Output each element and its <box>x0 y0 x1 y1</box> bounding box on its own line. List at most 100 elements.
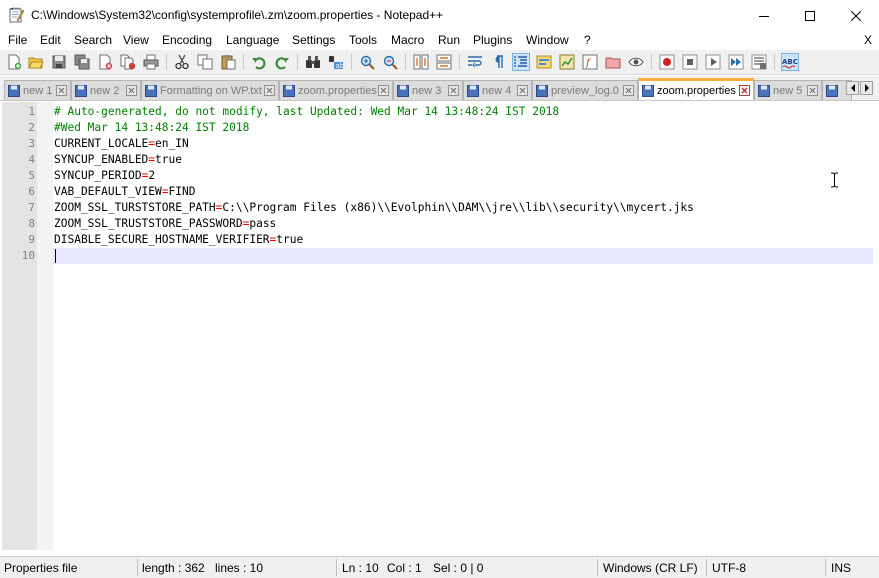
menu-language[interactable]: Language <box>226 33 279 47</box>
menu-search[interactable]: Search <box>74 33 112 47</box>
saved-file-icon <box>283 84 295 97</box>
tab-close-icon[interactable] <box>126 85 137 96</box>
copy-button[interactable] <box>196 53 214 71</box>
save-all-button[interactable] <box>73 53 91 71</box>
editor[interactable]: 1 2 3 4 5 6 7 8 9 10 # Auto-generated, d… <box>0 102 879 550</box>
tab-label: new 1 <box>23 84 53 97</box>
zoom-out-button[interactable] <box>381 53 399 71</box>
tab-close-icon[interactable] <box>264 85 275 96</box>
status-separator <box>137 559 138 576</box>
open-file-button[interactable] <box>27 53 45 71</box>
code-line[interactable]: CURRENT_LOCALE=en_IN <box>54 136 189 152</box>
monitoring-button[interactable] <box>627 53 645 71</box>
tab-preview-log[interactable]: preview_log.0 <box>532 80 638 100</box>
new-file-button[interactable] <box>5 53 23 71</box>
tab-formatting-on-wp[interactable]: Formatting on WP.txt <box>141 80 279 100</box>
close-all-button[interactable] <box>119 53 137 71</box>
find-button[interactable] <box>304 53 322 71</box>
print-button[interactable] <box>142 53 160 71</box>
status-insert-mode[interactable]: INS <box>831 561 851 575</box>
user-defined-language-button[interactable] <box>535 53 553 71</box>
title-bar[interactable]: C:\Windows\System32\config\systemprofile… <box>0 0 879 31</box>
close-window-button[interactable] <box>833 0 879 31</box>
doc-map-button[interactable] <box>558 53 576 71</box>
tab-new-2[interactable]: new 2 <box>71 80 141 100</box>
toolbar: ab f ABC <box>0 50 879 75</box>
save-macro-button[interactable] <box>750 53 768 71</box>
toolbar-separator <box>351 54 352 70</box>
current-line-highlight <box>53 248 873 264</box>
code-line[interactable]: ZOOM_SSL_TURSTSTORE_PATH=C:\\Program Fil… <box>54 200 694 216</box>
pilcrow-icon <box>495 55 503 68</box>
code-line-comment[interactable]: # Auto-generated, do not modify, last Up… <box>54 104 559 120</box>
sync-horizontal-button[interactable] <box>435 53 453 71</box>
code-line-comment[interactable]: #Wed Mar 14 13:48:24 IST 2018 <box>54 120 249 136</box>
tab-close-icon[interactable] <box>517 85 528 96</box>
menu-macro[interactable]: Macro <box>391 33 424 47</box>
save-button[interactable] <box>50 53 68 71</box>
menu-help[interactable]: ? <box>584 33 591 47</box>
sync-vertical-button[interactable] <box>412 53 430 71</box>
property-key: SYNCUP_ENABLED <box>54 153 149 166</box>
code-line[interactable]: DISABLE_SECURE_HOSTNAME_VERIFIER=true <box>54 232 303 248</box>
menu-file[interactable]: File <box>8 33 27 47</box>
record-macro-button[interactable] <box>658 53 676 71</box>
property-key: CURRENT_LOCALE <box>54 137 149 150</box>
redo-button[interactable] <box>273 53 291 71</box>
minimize-button[interactable] <box>741 0 787 31</box>
show-all-chars-button[interactable] <box>489 53 507 71</box>
stop-record-button[interactable] <box>681 53 699 71</box>
code-line[interactable]: VAB_DEFAULT_VIEW=FIND <box>54 184 195 200</box>
indent-guide-button[interactable] <box>512 53 530 71</box>
tab-scroll-left-button[interactable] <box>846 81 859 95</box>
folder-open-icon <box>28 57 44 69</box>
menu-encoding[interactable]: Encoding <box>162 33 212 47</box>
menu-view[interactable]: View <box>123 33 149 47</box>
spell-check-button[interactable]: ABC <box>781 53 799 71</box>
fold-margin[interactable] <box>37 102 53 550</box>
menu-run[interactable]: Run <box>438 33 460 47</box>
function-list-button[interactable]: f <box>581 53 599 71</box>
tab-close-icon[interactable] <box>378 85 389 96</box>
tab-close-icon[interactable] <box>448 85 459 96</box>
stop-icon <box>682 54 698 70</box>
folder-as-workspace-button[interactable] <box>604 53 622 71</box>
status-encoding[interactable]: UTF-8 <box>712 561 746 575</box>
undo-button[interactable] <box>250 53 268 71</box>
status-file-type: Properties file <box>4 561 78 575</box>
spell-check-icon: ABC <box>782 58 798 69</box>
play-macro-button[interactable] <box>704 53 722 71</box>
zoom-in-button[interactable] <box>358 53 376 71</box>
menu-settings[interactable]: Settings <box>292 33 335 47</box>
menu-bar: File Edit Search View Encoding Language … <box>0 31 879 50</box>
tab-scroll-right-button[interactable] <box>860 81 873 95</box>
run-macro-multiple-button[interactable] <box>727 53 745 71</box>
code-line[interactable]: SYNCUP_PERIOD=2 <box>54 168 155 184</box>
replace-button[interactable]: ab <box>327 53 345 71</box>
status-eol[interactable]: Windows (CR LF) <box>603 561 698 575</box>
tab-close-icon[interactable] <box>56 85 67 96</box>
tab-new-1[interactable]: new 1 <box>4 80 71 100</box>
tab-zoom-properties-1[interactable]: zoom.properties <box>279 80 393 100</box>
code-line[interactable]: SYNCUP_ENABLED=true <box>54 152 182 168</box>
paste-button[interactable] <box>219 53 237 71</box>
close-document-button[interactable]: X <box>864 33 872 47</box>
tab-new-3[interactable]: new 3 <box>393 80 463 100</box>
tab-new-5[interactable]: new 5 <box>754 80 822 100</box>
menu-edit[interactable]: Edit <box>40 33 61 47</box>
eye-icon <box>628 57 644 67</box>
word-wrap-button[interactable] <box>466 53 484 71</box>
scissors-icon <box>175 54 189 70</box>
menu-window[interactable]: Window <box>526 33 569 47</box>
tab-close-icon[interactable] <box>739 85 750 96</box>
tab-new-4[interactable]: new 4 <box>463 80 532 100</box>
close-button[interactable] <box>96 53 114 71</box>
maximize-button[interactable] <box>787 0 833 31</box>
tab-close-icon[interactable] <box>623 85 634 96</box>
menu-tools[interactable]: Tools <box>349 33 377 47</box>
tab-close-icon[interactable] <box>807 85 818 96</box>
code-line[interactable]: ZOOM_SSL_TRUSTSTORE_PASSWORD=pass <box>54 216 276 232</box>
menu-plugins[interactable]: Plugins <box>473 33 512 47</box>
cut-button[interactable] <box>173 53 191 71</box>
tab-zoom-properties-active[interactable]: zoom.properties <box>638 78 754 100</box>
